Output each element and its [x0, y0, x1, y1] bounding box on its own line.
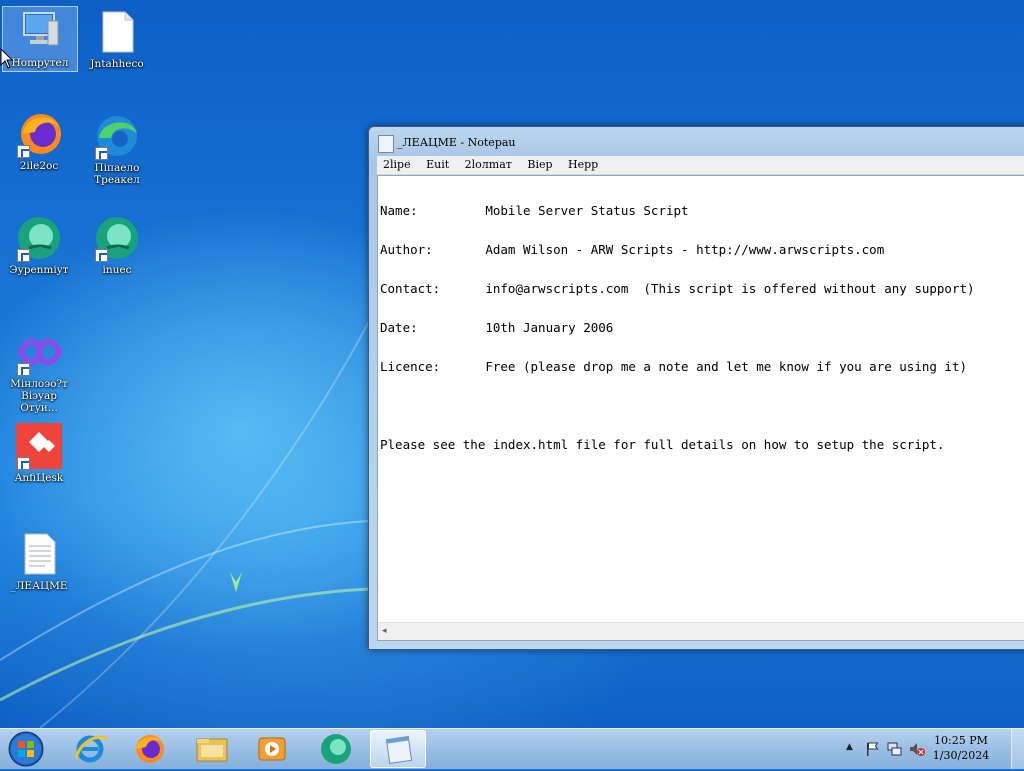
- desktop-icon-label: _ЛЕАЦМЕ: [10, 580, 68, 592]
- taskbar-media-player[interactable]: [244, 730, 300, 768]
- mouse-cursor-icon: [0, 48, 14, 69]
- document-icon: [93, 8, 141, 56]
- horizontal-scrollbar[interactable]: ◂: [378, 622, 1024, 640]
- app-icon: [93, 214, 141, 262]
- firefox-icon: [15, 110, 63, 158]
- desktop-icon-label: Нompyтeл: [11, 57, 69, 69]
- visual-studio-icon: [15, 328, 63, 376]
- shortcut-arrow-icon: [17, 363, 30, 376]
- desktop-icon-firefox[interactable]: 2ilе2oc: [2, 110, 76, 172]
- desktop-icon-app-2[interactable]: inuec: [80, 214, 154, 276]
- shortcut-arrow-icon: [17, 249, 30, 262]
- start-button[interactable]: [6, 730, 46, 768]
- text-line: [380, 399, 975, 412]
- app-icon: [15, 214, 63, 262]
- menu-help[interactable]: Неpр: [562, 156, 604, 174]
- desktop-icon-readme[interactable]: _ЛЕАЦМЕ: [2, 530, 76, 592]
- text-editor[interactable]: Name: Mobile Server Status Script Author…: [377, 175, 1024, 641]
- taskbar-internet-explorer[interactable]: [62, 730, 118, 768]
- shortcut-arrow-icon: [17, 457, 30, 470]
- desktop-icon-label: AnfiЦеsk: [14, 472, 64, 484]
- notepad-window[interactable]: _ЛЕАЦМЕ - Notepau 2lipe Euit 2lолmат Віе…: [368, 126, 1024, 650]
- taskbar-notepad[interactable]: [370, 730, 426, 768]
- desktop-icon-label: Jntahheco: [90, 58, 144, 70]
- app-icon: [321, 734, 351, 764]
- menu-view[interactable]: Віер: [521, 156, 558, 174]
- notepad-titlebar[interactable]: _ЛЕАЦМЕ - Notepau: [369, 127, 1024, 157]
- show-hidden-icons-icon[interactable]: ▲: [846, 742, 853, 752]
- system-tray: ▲ 10:25 PM 1/30/2024: [824, 729, 1024, 769]
- desktop-icon-app-1[interactable]: Эуреnmiyт: [2, 214, 76, 276]
- text-line: Name: Mobile Server Status Script: [380, 203, 689, 218]
- text-line: Please see the index.html file for full …: [380, 437, 945, 452]
- desktop-icon-edge[interactable]: Пiпaeло Треaкел: [80, 112, 154, 186]
- taskbar-firefox[interactable]: [122, 730, 178, 768]
- network-icon[interactable]: [886, 741, 902, 757]
- desktop-icon-label: 2ilе2oc: [19, 160, 59, 172]
- edge-icon: [93, 112, 141, 160]
- text-line: Licence: Free (please drop me a note and…: [380, 359, 967, 374]
- text-file-icon: [15, 530, 63, 578]
- shortcut-arrow-icon: [17, 145, 30, 158]
- desktop-icon-label: Мiнлоэо?т Віэyар Отуи...: [10, 378, 68, 414]
- text-content[interactable]: Name: Mobile Server Status Script Author…: [380, 178, 975, 477]
- action-center-flag-icon[interactable]: [864, 741, 880, 757]
- notepad-icon: [385, 736, 413, 764]
- text-line: Date: 10th January 2006: [380, 320, 614, 335]
- clock[interactable]: 10:25 PM 1/30/2024: [926, 733, 996, 763]
- taskbar: ▲ 10:25 PM 1/30/2024: [0, 728, 1024, 769]
- scroll-left-icon[interactable]: ◂: [382, 626, 387, 636]
- clock-time: 10:25 PM: [934, 734, 988, 747]
- desktop-icon-document[interactable]: Jntahheco: [80, 8, 154, 70]
- shortcut-arrow-icon: [95, 147, 108, 160]
- text-line: Contact: info@arwscripts.com (This scrip…: [380, 281, 975, 296]
- text-line: Author: Adam Wilson - ARW Scripts - http…: [380, 242, 885, 257]
- file-explorer-icon: [196, 738, 228, 762]
- desktop-icon-label: Пiпaeло Треaкел: [94, 162, 140, 186]
- computer-icon: [16, 7, 64, 55]
- desktop-icon-label: Эуреnmiyт: [9, 264, 69, 276]
- menu-bar: 2lipe Euit 2lолmат Віер Неpр: [377, 156, 1024, 175]
- shortcut-arrow-icon: [95, 249, 108, 262]
- menu-edit[interactable]: Euit: [420, 156, 455, 174]
- anydesk-icon: [15, 422, 63, 470]
- clock-date: 1/30/2024: [932, 749, 990, 762]
- desktop-icon-label: inuec: [102, 264, 132, 276]
- media-player-icon: [258, 737, 286, 761]
- menu-format[interactable]: 2lолmат: [459, 156, 518, 174]
- volume-muted-icon[interactable]: [908, 741, 926, 757]
- window-title: _ЛЕАЦМЕ - Notepau: [397, 136, 516, 149]
- desktop-icon-visual-studio[interactable]: Мiнлоэо?т Віэyар Отуи...: [2, 328, 76, 414]
- desktop: Нompyтeл Jntahheco 2ilе2oc Пiпaeло Треaк…: [0, 0, 1024, 728]
- taskbar-file-explorer[interactable]: [184, 730, 240, 768]
- internet-explorer-icon: [74, 735, 108, 763]
- firefox-icon: [136, 735, 164, 763]
- desktop-icon-anydesk[interactable]: AnfiЦеsk: [2, 422, 76, 484]
- taskbar-app[interactable]: [308, 730, 364, 768]
- notepad-icon: [378, 135, 394, 153]
- show-desktop-button[interactable]: [1011, 729, 1024, 769]
- menu-file[interactable]: 2lipe: [377, 156, 417, 174]
